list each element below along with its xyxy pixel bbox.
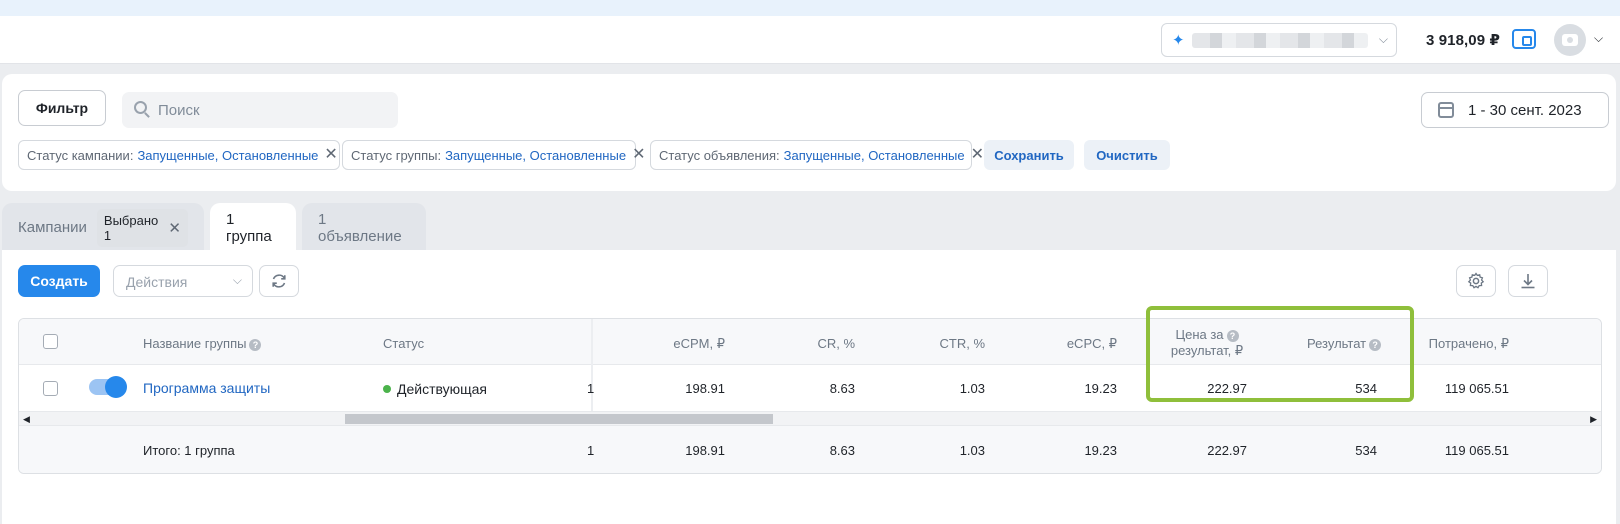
col-cr[interactable]: CR, % xyxy=(749,336,855,351)
status-badge: Действующая xyxy=(397,381,488,397)
select-all-checkbox[interactable] xyxy=(43,334,58,349)
chip-key: Статус кампании: xyxy=(27,147,134,163)
tab-groups-label: 1 группа xyxy=(226,210,272,245)
clear-filters-button[interactable]: Очистить xyxy=(1084,140,1170,170)
spent-cell: 119 065.51 xyxy=(1444,381,1509,396)
chevron-down-icon: ⌵ xyxy=(232,273,242,287)
camera-icon xyxy=(1562,34,1578,46)
horizontal-scrollbar[interactable]: ◀ ▶ xyxy=(19,411,1601,425)
group-name-link[interactable]: Программа защиты xyxy=(143,380,270,396)
tab-groups[interactable]: 1 группа xyxy=(210,203,296,252)
create-button[interactable]: Создать xyxy=(18,265,100,297)
close-icon[interactable]: ✕ xyxy=(632,147,645,163)
help-icon[interactable]: ? xyxy=(249,338,262,351)
sparkle-icon: ✦ xyxy=(1172,32,1185,49)
scroll-right-icon[interactable]: ▶ xyxy=(1590,412,1597,426)
chip-group-status[interactable]: Статус группы: Запущенные, Остановленные… xyxy=(342,140,645,170)
chip-value: Запущенные, Остановленные xyxy=(445,147,627,163)
actions-label: Действия xyxy=(126,274,188,290)
col-ctr[interactable]: CTR, % xyxy=(879,336,986,351)
download-button[interactable] xyxy=(1508,265,1548,297)
wallet-icon[interactable] xyxy=(1512,29,1536,49)
chip-key: Статус группы: xyxy=(351,147,442,163)
group-toggle[interactable] xyxy=(89,376,127,398)
tab-ads-label: 1 объявление xyxy=(318,210,402,245)
total-spent: 119 065.51 xyxy=(1444,443,1509,458)
gear-icon xyxy=(1467,272,1485,289)
total-label: Итого: 1 группа xyxy=(143,443,235,458)
toggle-knob xyxy=(105,376,127,398)
chevron-down-icon: ⌵ xyxy=(1378,32,1388,46)
search-icon xyxy=(134,101,147,114)
tab-ads[interactable]: 1 объявление xyxy=(302,203,426,252)
save-filters-button[interactable]: Сохранить xyxy=(984,140,1074,170)
col-ecpm[interactable]: eCPM, ₽ xyxy=(619,336,725,352)
ecpc-cell: 19.23 xyxy=(1084,381,1117,396)
tab-campaigns-label: Кампании xyxy=(18,219,87,236)
close-icon[interactable]: ✕ xyxy=(324,147,337,163)
close-icon[interactable]: ✕ xyxy=(971,147,984,163)
download-icon xyxy=(1521,274,1535,289)
total-cr: 8.63 xyxy=(829,443,855,458)
frozen-column-divider xyxy=(591,319,593,411)
refresh-icon xyxy=(272,274,286,288)
selected-badge-label: Выбрано 1 xyxy=(103,212,159,243)
chip-campaign-status[interactable]: Статус кампании: Запущенные, Остановленн… xyxy=(18,140,340,170)
partial-cell: 1 xyxy=(587,381,595,396)
ecpm-cell: 198.91 xyxy=(685,381,725,396)
row-checkbox[interactable] xyxy=(43,381,58,396)
calendar-icon xyxy=(1438,102,1454,118)
notification-banner xyxy=(0,0,1620,16)
scroll-left-icon[interactable]: ◀ xyxy=(23,412,30,426)
col-name-label: Название группы xyxy=(143,336,247,351)
scroll-thumb[interactable] xyxy=(345,414,773,424)
highlight-box xyxy=(1146,306,1414,402)
total-result: 534 xyxy=(1355,443,1377,458)
total-ctr: 1.03 xyxy=(959,443,985,458)
chip-ad-status[interactable]: Статус объявления: Запущенные, Остановле… xyxy=(650,140,984,170)
account-switcher[interactable]: ✦ ⌵ xyxy=(1161,23,1397,57)
search-input[interactable] xyxy=(158,92,388,128)
avatar[interactable] xyxy=(1554,24,1586,56)
total-partial-cell: 1 xyxy=(587,443,595,458)
col-ecpc[interactable]: eCPC, ₽ xyxy=(1009,336,1117,352)
tab-campaigns[interactable]: Кампании Выбрано 1 ✕ xyxy=(2,203,204,252)
status-dot xyxy=(383,385,391,393)
account-name-blurred xyxy=(1192,33,1368,48)
date-range-picker[interactable]: 1 - 30 сент. 2023 xyxy=(1421,92,1609,128)
chip-value: Запущенные, Остановленные xyxy=(137,147,319,163)
total-price-per-result: 222.97 xyxy=(1207,443,1247,458)
selected-badge: Выбрано 1 ✕ xyxy=(96,208,188,247)
chip-key: Статус объявления: xyxy=(659,147,780,163)
ctr-cell: 1.03 xyxy=(959,381,985,396)
chip-value: Запущенные, Остановленные xyxy=(783,147,965,163)
balance-amount: 3 918,09 ₽ xyxy=(1426,32,1500,49)
actions-dropdown[interactable]: Действия ⌵ xyxy=(113,265,253,297)
profile-chevron-down-icon[interactable]: ⌵ xyxy=(1594,31,1603,46)
table-total-row: Итого: 1 группа 1 198.91 8.63 1.03 19.23… xyxy=(19,425,1601,473)
top-header: ✦ ⌵ 3 918,09 ₽ ⌵ xyxy=(0,16,1620,64)
total-ecpc: 19.23 xyxy=(1084,443,1117,458)
col-name[interactable]: Название группы? xyxy=(143,336,262,351)
date-range-label: 1 - 30 сент. 2023 xyxy=(1468,102,1582,119)
close-icon[interactable]: ✕ xyxy=(168,219,181,237)
col-spent[interactable]: Потрачено, ₽ xyxy=(1409,336,1509,352)
total-ecpm: 198.91 xyxy=(685,443,725,458)
cr-cell: 8.63 xyxy=(829,381,855,396)
search-box xyxy=(122,92,398,128)
col-status[interactable]: Статус xyxy=(383,336,424,351)
settings-button[interactable] xyxy=(1456,265,1496,297)
filter-button[interactable]: Фильтр xyxy=(18,90,106,126)
filter-panel: Фильтр 1 - 30 сент. 2023 Статус кампании… xyxy=(2,74,1616,191)
refresh-button[interactable] xyxy=(259,265,299,297)
